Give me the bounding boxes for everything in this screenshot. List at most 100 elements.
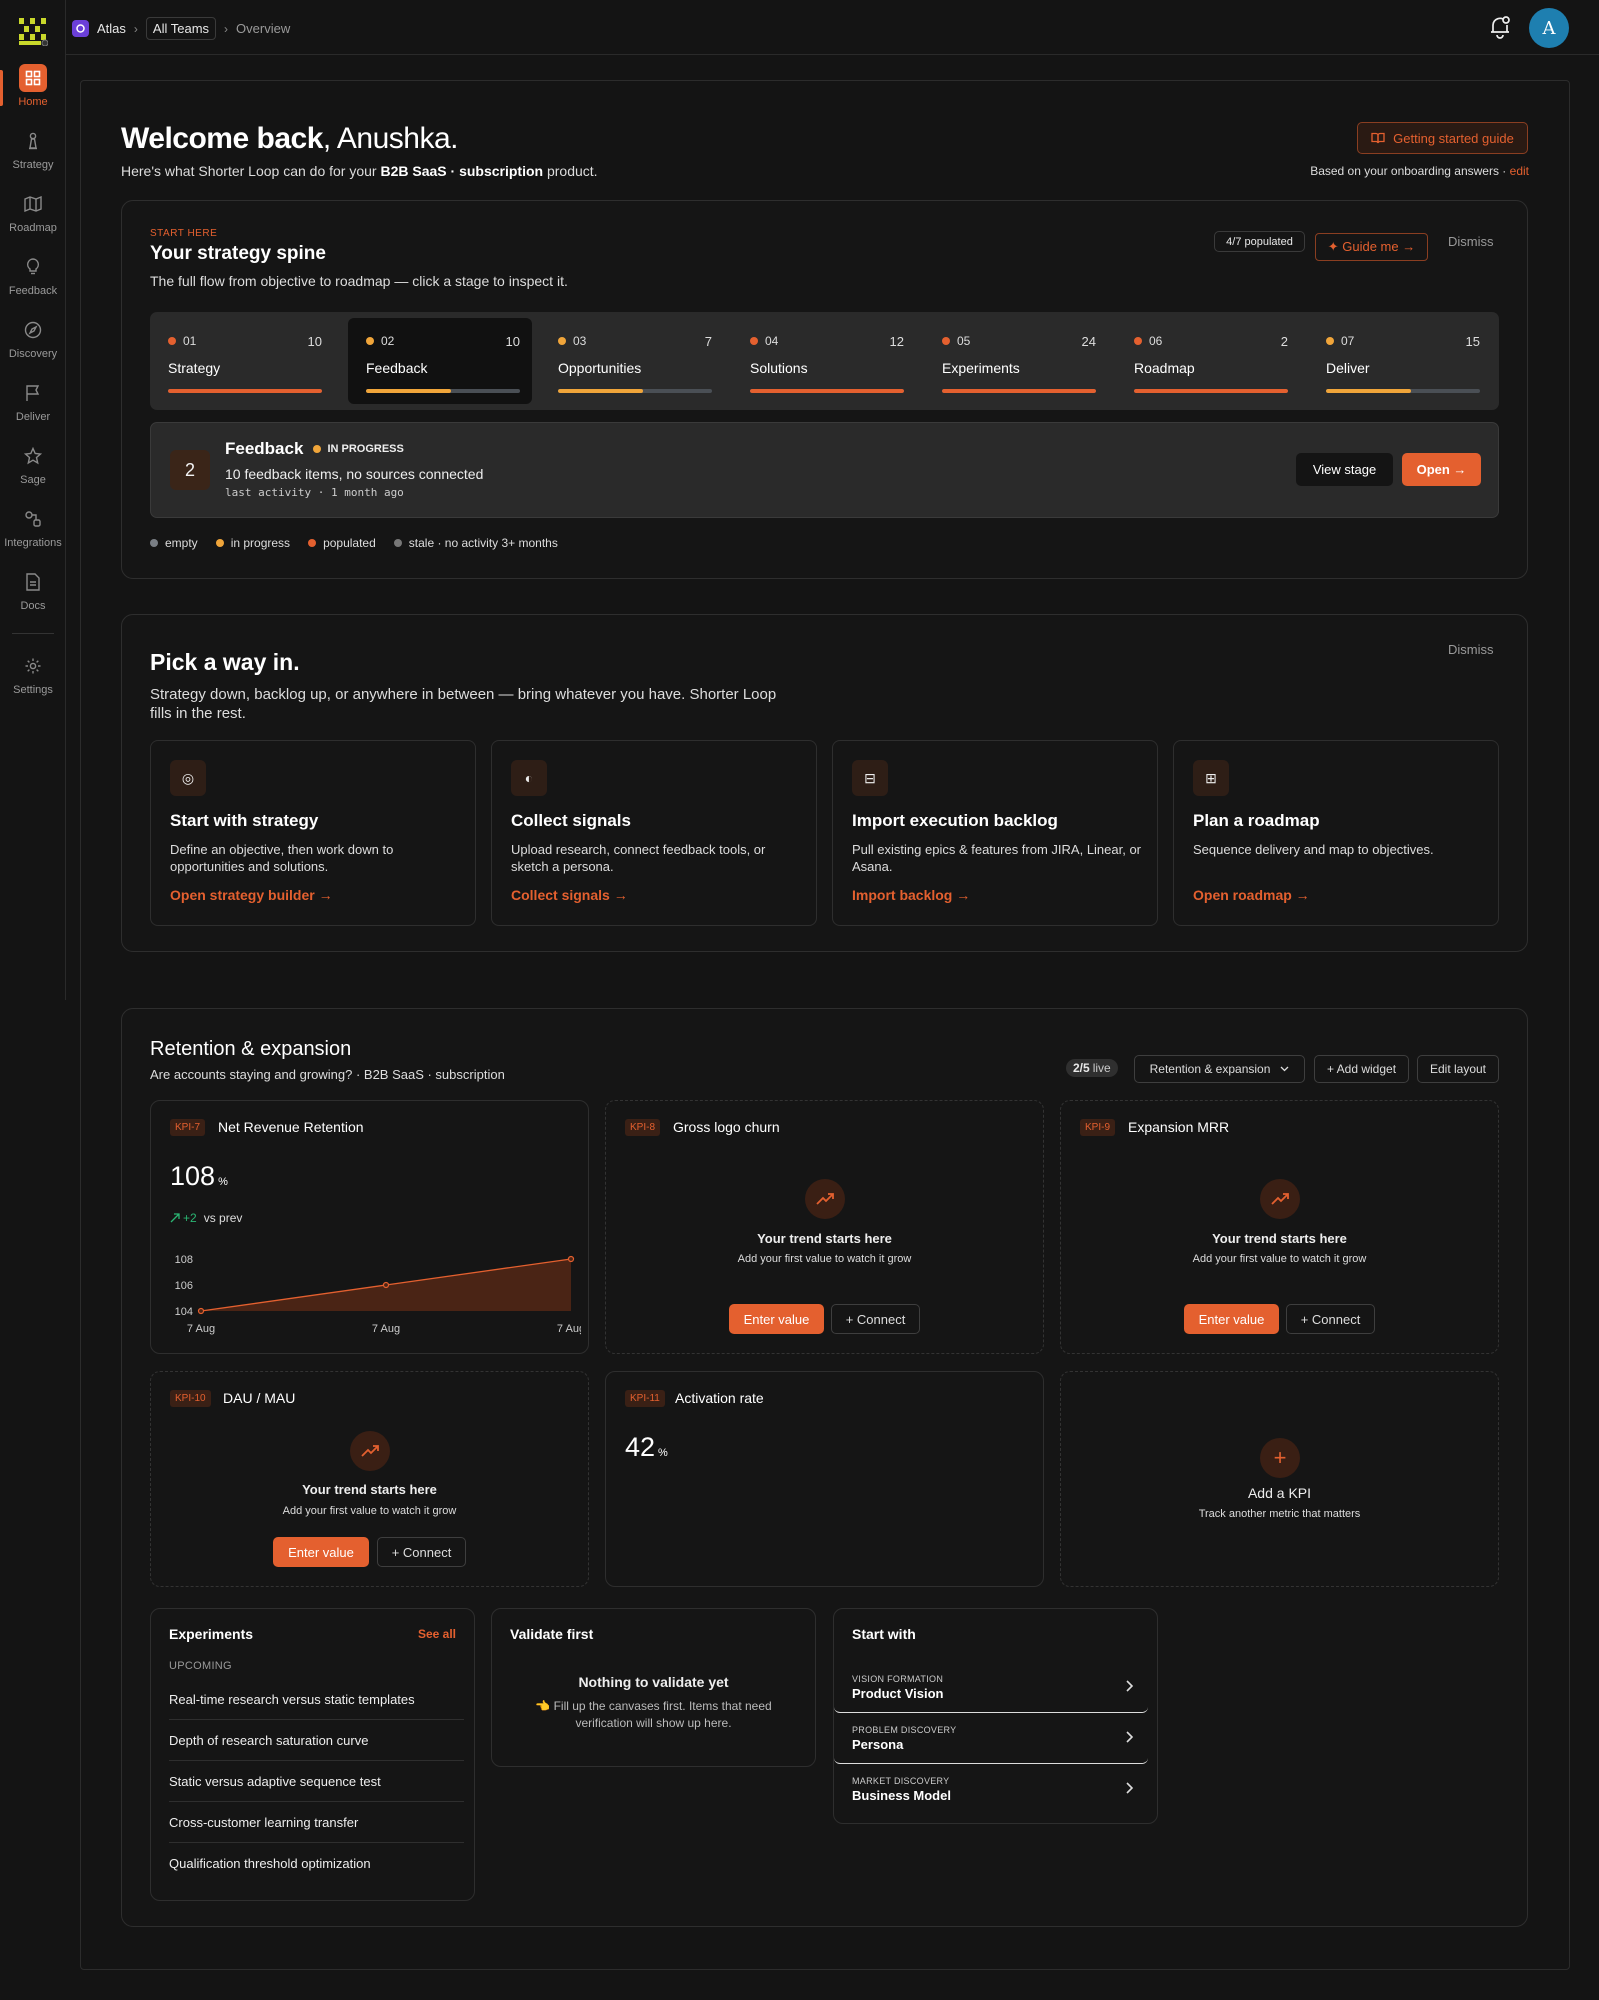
- start-with-item-persona[interactable]: PROBLEM DISCOVERY Persona: [834, 1713, 1148, 1764]
- option-start-with-strategy[interactable]: ◎ Start with strategy Define an objectiv…: [150, 740, 476, 926]
- status-dot: [1134, 337, 1142, 345]
- enter-value-button[interactable]: Enter value: [729, 1304, 824, 1334]
- stage-opportunities[interactable]: 03 7 Opportunities: [540, 318, 724, 404]
- breadcrumb-workspace[interactable]: Atlas: [97, 21, 126, 36]
- sidebar-item-discovery[interactable]: Discovery: [0, 316, 66, 360]
- app-logo[interactable]: [18, 16, 48, 46]
- kpi-card-expansion-mrr[interactable]: KPI-9 Expansion MRR Your trend starts he…: [1060, 1100, 1499, 1354]
- edit-layout-button[interactable]: Edit layout: [1417, 1055, 1499, 1083]
- empty-state-description: Add your first value to watch it grow: [737, 1253, 912, 1265]
- option-link[interactable]: Open roadmap →: [1193, 887, 1310, 903]
- book-icon: [1371, 132, 1385, 144]
- sidebar-item-docs[interactable]: Docs: [0, 568, 66, 612]
- start-with-item-product-vision[interactable]: VISION FORMATION Product Vision: [834, 1662, 1148, 1713]
- plus-icon: +: [1260, 1438, 1300, 1478]
- chevron-right-icon: ›: [224, 21, 229, 36]
- see-all-link[interactable]: See all: [418, 1627, 456, 1641]
- stage-experiments[interactable]: 05 24 Experiments: [924, 318, 1108, 404]
- legend-in-progress: in progress: [215, 536, 290, 550]
- sidebar-item-home[interactable]: Home: [0, 64, 66, 108]
- sidebar-item-settings[interactable]: Settings: [0, 652, 66, 696]
- start-with-item-business-model[interactable]: MARKET DISCOVERY Business Model: [834, 1764, 1148, 1815]
- subtitle-prefix: Here's what Shorter Loop can do for your: [121, 163, 381, 179]
- sidebar-item-sage[interactable]: Sage: [0, 442, 66, 486]
- open-stage-button[interactable]: Open →: [1402, 453, 1481, 486]
- kpi-title: Net Revenue Retention: [218, 1119, 364, 1135]
- dashboard-title: Retention & expansion: [150, 1038, 352, 1060]
- breadcrumb-team[interactable]: All Teams: [145, 17, 217, 40]
- empty-state-title: Your trend starts here: [757, 1231, 892, 1246]
- kpi-title: Activation rate: [675, 1390, 764, 1406]
- kpi-card-gross-logo-churn[interactable]: KPI-8 Gross logo churn Your trend starts…: [605, 1100, 1044, 1354]
- breadcrumb-page: Overview: [236, 21, 291, 36]
- add-widget-button[interactable]: + Add widget: [1314, 1055, 1409, 1083]
- enter-value-button[interactable]: Enter value: [1184, 1304, 1279, 1334]
- sidebar-item-label: Discovery: [8, 348, 58, 360]
- kpi-card-dau-mau[interactable]: KPI-10 DAU / MAU Your trend starts here …: [150, 1371, 589, 1587]
- avatar[interactable]: A: [1529, 8, 1569, 48]
- legend-empty: empty: [150, 536, 198, 550]
- sidebar-item-strategy[interactable]: Strategy: [0, 127, 66, 171]
- chevron-right-icon: [1126, 1731, 1134, 1743]
- stage-detail-panel: 2 Feedback IN PROGRESS 10 feedback items…: [150, 422, 1499, 518]
- sidebar-item-integrations[interactable]: Integrations: [0, 505, 66, 549]
- add-kpi-title: Add a KPI: [1247, 1485, 1312, 1501]
- connect-button[interactable]: + Connect: [1286, 1304, 1375, 1334]
- target-icon: ◎: [170, 760, 206, 796]
- spine-dismiss-button[interactable]: Dismiss: [1448, 234, 1494, 249]
- experiment-item[interactable]: Cross-customer learning transfer: [169, 1802, 464, 1843]
- option-link[interactable]: Collect signals →: [511, 887, 628, 903]
- stage-deliver[interactable]: 07 15 Deliver: [1308, 318, 1492, 404]
- stage-strategy[interactable]: 01 10 Strategy: [150, 318, 334, 404]
- option-import-backlog[interactable]: ⊟ Import execution backlog Pull existing…: [832, 740, 1158, 926]
- guide-me-button[interactable]: ✦ Guide me →: [1315, 233, 1428, 261]
- map-icon: [19, 190, 47, 218]
- connect-button[interactable]: + Connect: [831, 1304, 920, 1334]
- view-stage-button[interactable]: View stage: [1296, 453, 1393, 486]
- kpi-card-net-revenue-retention[interactable]: KPI-7 Net Revenue Retention 108% +2 vs p…: [150, 1100, 589, 1354]
- onboarding-edit-link[interactable]: edit: [1510, 164, 1529, 178]
- experiments-panel: Experiments See all UPCOMING Real-time r…: [150, 1608, 475, 1901]
- experiment-item[interactable]: Real-time research versus static templat…: [169, 1679, 464, 1720]
- enter-value-button[interactable]: Enter value: [273, 1537, 369, 1567]
- notifications-bell-icon[interactable]: [1489, 15, 1511, 39]
- trend-chart-icon: [350, 1431, 390, 1471]
- stage-feedback[interactable]: 02 10 Feedback: [348, 318, 532, 404]
- kpi-card-activation-rate[interactable]: KPI-11 Activation rate 42%: [605, 1371, 1044, 1587]
- guide-button-label: Getting started guide: [1393, 130, 1514, 146]
- experiment-item[interactable]: Static versus adaptive sequence test: [169, 1761, 464, 1802]
- chevron-right-icon: [1126, 1680, 1134, 1692]
- option-plan-roadmap[interactable]: ⊞ Plan a roadmap Sequence delivery and m…: [1173, 740, 1499, 926]
- start-with-category: PROBLEM DISCOVERY: [852, 1725, 957, 1735]
- add-kpi-card[interactable]: + Add a KPI Track another metric that ma…: [1060, 1371, 1499, 1587]
- lightbulb-icon: [19, 253, 47, 281]
- option-link[interactable]: Open strategy builder →: [170, 887, 333, 903]
- stage-roadmap[interactable]: 06 2 Roadmap: [1116, 318, 1300, 404]
- stage-solutions[interactable]: 04 12 Solutions: [732, 318, 916, 404]
- empty-state-title: Your trend starts here: [302, 1482, 437, 1497]
- sidebar-item-deliver[interactable]: Deliver: [0, 379, 66, 423]
- stage-name: Feedback: [366, 360, 428, 376]
- stage-progress-bar: [558, 389, 712, 393]
- kpi-title: DAU / MAU: [223, 1390, 296, 1406]
- getting-started-guide-button[interactable]: Getting started guide: [1357, 122, 1528, 154]
- option-link[interactable]: Import backlog →: [852, 887, 970, 903]
- experiment-item[interactable]: Depth of research saturation curve: [169, 1720, 464, 1761]
- dashboard-select[interactable]: Retention & expansion: [1134, 1055, 1305, 1083]
- stage-number-badge: 2: [170, 450, 210, 490]
- kpi-id-badge: KPI-11: [625, 1390, 665, 1407]
- start-here-tag: START HERE: [150, 228, 218, 239]
- experiment-item[interactable]: Qualification threshold optimization: [169, 1843, 464, 1884]
- sidebar-item-feedback[interactable]: Feedback: [0, 253, 66, 297]
- kpi-id-badge: KPI-9: [1080, 1119, 1116, 1136]
- subtitle-suffix: product.: [543, 163, 598, 179]
- sidebar-item-roadmap[interactable]: Roadmap: [0, 190, 66, 234]
- star-icon: [19, 442, 47, 470]
- stage-progress-bar: [750, 389, 904, 393]
- option-collect-signals[interactable]: ◐ Collect signals Upload research, conne…: [491, 740, 817, 926]
- stage-count: 2: [1280, 334, 1288, 349]
- connect-button[interactable]: + Connect: [377, 1537, 466, 1567]
- start-with-panel: Start with VISION FORMATION Product Visi…: [833, 1608, 1158, 1824]
- product-type: B2B SaaS · subscription: [380, 163, 544, 179]
- pick-dismiss-button[interactable]: Dismiss: [1448, 642, 1494, 657]
